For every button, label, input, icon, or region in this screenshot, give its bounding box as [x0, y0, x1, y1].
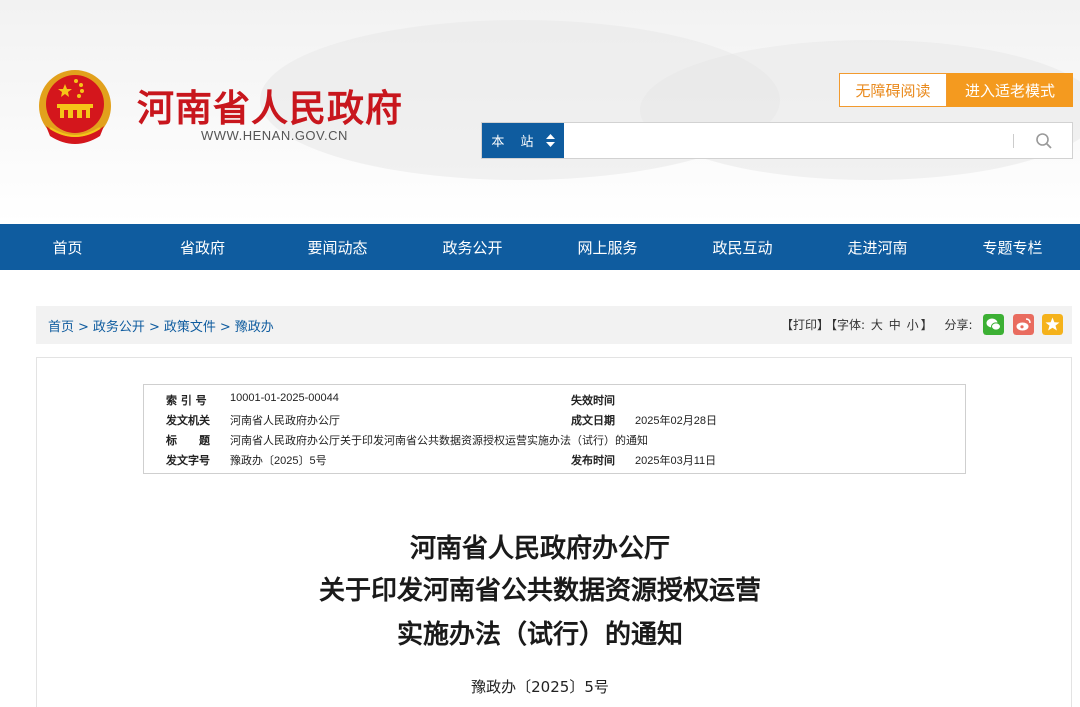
weibo-icon[interactable]: [1013, 314, 1034, 335]
search-icon[interactable]: [1035, 132, 1053, 150]
background-decoration: [640, 40, 1080, 180]
created-date-label: 成文日期: [571, 414, 615, 427]
qzone-icon[interactable]: [1042, 314, 1063, 335]
nav-item-topics[interactable]: 专题专栏: [945, 224, 1080, 270]
nav-item-provincial-government[interactable]: 省政府: [135, 224, 270, 270]
issuer-value: 河南省人民政府办公厅: [230, 415, 340, 427]
title-value: 河南省人民政府办公厅关于印发河南省公共数据资源授权运营实施办法（试行）的通知: [230, 435, 648, 447]
breadcrumb-link-yuzhengban[interactable]: 豫政办: [235, 320, 274, 335]
page-tools: 【打印】 【字体: 大 中 小】 分享:: [781, 316, 974, 333]
divider: [1013, 134, 1014, 148]
font-small-button[interactable]: 小: [907, 318, 919, 332]
document-title-line-2: 关于印发河南省公共数据资源授权运营: [318, 576, 761, 606]
nav-item-government-affairs[interactable]: 政务公开: [405, 224, 540, 270]
expiry-date-label: 失效时间: [571, 394, 615, 407]
breadcrumb-link-government-affairs[interactable]: 政务公开: [93, 320, 145, 335]
site-url: WWW.HENAN.GOV.CN: [201, 128, 348, 143]
national-emblem-icon[interactable]: [34, 66, 116, 150]
nav-item-news[interactable]: 要闻动态: [270, 224, 405, 270]
main-nav: 首页 省政府 要闻动态 政务公开 网上服务 政民互动 走进河南 专题专栏: [0, 224, 1080, 270]
breadcrumb-separator: >: [219, 320, 231, 335]
document-title-line-1: 河南省人民政府办公厅: [409, 534, 670, 564]
accessibility-button[interactable]: 无障碍阅读: [839, 73, 947, 107]
breadcrumb-link-policy-documents[interactable]: 政策文件: [164, 320, 216, 335]
breadcrumb-separator: >: [78, 320, 89, 335]
sort-arrows-icon: [545, 134, 555, 147]
site-header: 河南省人民政府 WWW.HENAN.GOV.CN 无障碍阅读 进入适老模式 本 …: [0, 0, 1080, 224]
document-title-line-3: 实施办法（试行）的通知: [396, 620, 683, 650]
issuer-label: 发文机关: [166, 414, 210, 427]
breadcrumb-bar: 首页 > 政务公开 > 政策文件 > 豫政办 【打印】 【字体: 大 中 小】 分享:: [36, 306, 1072, 344]
elder-mode-button[interactable]: 进入适老模式: [947, 73, 1073, 107]
document-number-label: 发文字号: [166, 454, 210, 467]
print-button[interactable]: 【打印】: [781, 318, 829, 332]
document-number: 豫政办〔2025〕5号: [471, 678, 609, 696]
document-number-value: 豫政办〔2025〕5号: [230, 455, 327, 467]
title-label: 标 题: [166, 434, 210, 447]
index-number-label: 索 引 号: [166, 394, 207, 407]
site-name[interactable]: 河南省人民政府: [137, 78, 403, 132]
share-label: 分享:: [944, 318, 973, 332]
font-medium-button[interactable]: 中: [889, 318, 901, 332]
search-box: 本 站: [481, 122, 1073, 159]
breadcrumb-separator: >: [148, 320, 160, 335]
document-metadata-table: 索 引 号 10001-01-2025-00044 失效时间 发文机关 河南省人…: [143, 384, 966, 474]
nav-item-home[interactable]: 首页: [0, 224, 135, 270]
publish-date-label: 发布时间: [571, 454, 615, 467]
search-scope-label: 本 站: [491, 135, 540, 150]
nav-item-online-services[interactable]: 网上服务: [540, 224, 675, 270]
wechat-icon[interactable]: [983, 314, 1004, 335]
font-size-label: 【字体:: [831, 318, 866, 332]
search-scope-select[interactable]: 本 站: [482, 123, 564, 158]
created-date-value: 2025年02月28日: [635, 415, 717, 427]
font-size-close: 】: [920, 318, 933, 332]
nav-item-about-henan[interactable]: 走进河南: [810, 224, 945, 270]
breadcrumb: 首页 > 政务公开 > 政策文件 > 豫政办: [48, 316, 274, 335]
nav-item-interaction[interactable]: 政民互动: [675, 224, 810, 270]
font-large-button[interactable]: 大: [871, 318, 883, 332]
publish-date-value: 2025年03月11日: [635, 455, 717, 467]
search-input[interactable]: [572, 129, 996, 153]
breadcrumb-link-home[interactable]: 首页: [48, 320, 74, 335]
index-number-value: 10001-01-2025-00044: [230, 392, 339, 404]
